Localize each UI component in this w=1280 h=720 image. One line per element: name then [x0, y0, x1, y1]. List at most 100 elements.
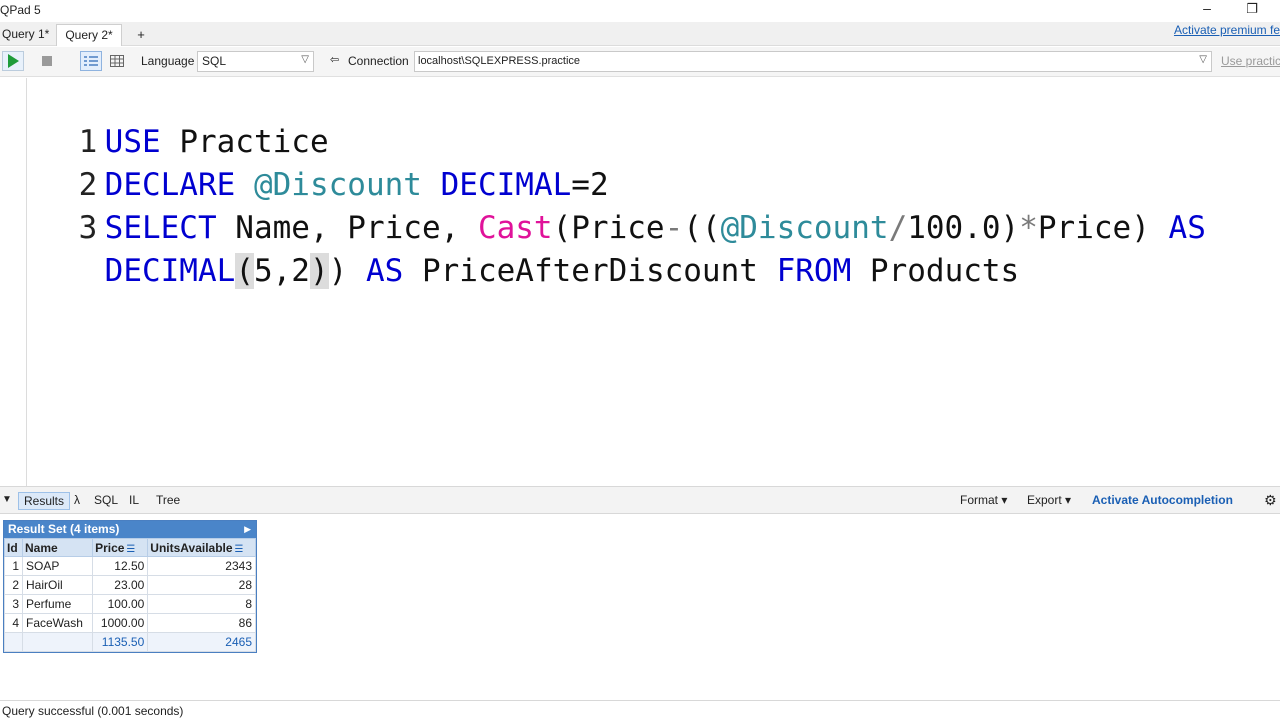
caret-down-icon: ▾: [1065, 493, 1072, 507]
column-menu-icon[interactable]: ☰: [126, 544, 135, 555]
sql-keyword: AS: [1168, 210, 1206, 246]
title-bar: QPad 5 – ❐: [0, 0, 1280, 22]
language-select[interactable]: SQL ▽: [197, 51, 314, 72]
cell-units: 2343: [147, 556, 256, 576]
cell-id: 1: [4, 556, 23, 576]
cell-id: 4: [4, 613, 23, 633]
column-header-price[interactable]: Price ☰: [92, 538, 149, 557]
cell-id: 3: [4, 594, 23, 614]
code-line-3-wrap: DECIMAL(5,2)) AS PriceAfterDiscount FROM…: [30, 207, 1019, 289]
code-line-1: 1 USE Practice: [0, 78, 329, 160]
query-editor[interactable]: 1 USE Practice 2 DECLARE @Discount DECIMAL…: [0, 78, 1280, 486]
sql-keyword: DECIMAL: [104, 253, 236, 289]
tab-lambda[interactable]: λ: [74, 492, 80, 510]
collapse-results-icon[interactable]: ▼: [2, 492, 12, 510]
sql-paren-highlight: ): [309, 253, 329, 289]
cell-name: HairOil: [21, 575, 94, 595]
column-header-units[interactable]: UnitsAvailable ☰: [147, 538, 256, 557]
toolbar: Language SQL ▽ ⇦ Connection localhost\SQ…: [0, 47, 1280, 77]
cell-units: 28: [147, 575, 256, 595]
result-set-header[interactable]: Result Set (4 items) ▶: [4, 521, 256, 538]
result-table: Id Name Price ☰ UnitsAvailable ☰ 1 SOAP 12…: [4, 538, 256, 652]
connection-label: Connection: [348, 54, 409, 68]
sql-operator: *: [1019, 210, 1038, 246]
activate-premium-link[interactable]: Activate premium fe: [1174, 23, 1280, 37]
app-title: QPad 5: [0, 3, 41, 17]
data-grid-results-button[interactable]: [106, 51, 128, 71]
total-price: 1135.50: [92, 632, 149, 652]
sql-identifier: Products: [851, 253, 1020, 289]
code-line-3: 3 SELECT Name, Price, Cast(Price-((@Disco…: [0, 164, 1206, 246]
table-row: 3 Perfume 100.00 8: [4, 594, 256, 614]
column-header-price-label: Price: [95, 540, 125, 555]
results-tab-bar: ▼ Results λ SQL IL Tree Format ▾ Export …: [0, 486, 1280, 514]
query-tab-bar: Query 1* Query 2* + Activate premium fe: [0, 22, 1280, 46]
chevron-down-icon: ▽: [301, 54, 309, 65]
sql-identifier: Price): [1037, 210, 1169, 246]
cell-price: 23.00: [92, 575, 149, 595]
total-units: 2465: [147, 632, 256, 652]
cell-name: SOAP: [21, 556, 94, 576]
result-set-title: Result Set (4 items): [8, 522, 120, 536]
new-tab-button[interactable]: +: [132, 24, 150, 46]
result-set-grid: Result Set (4 items) ▶ Id Name Price ☰ Un…: [3, 520, 257, 653]
code-line-2: 2 DECLARE @Discount DECIMAL=2: [0, 121, 609, 203]
play-icon: [8, 54, 19, 68]
tab-results[interactable]: Results: [18, 492, 71, 510]
cell-price: 1000.00: [92, 613, 149, 633]
cell-id: 2: [4, 575, 23, 595]
cell-units: 8: [147, 594, 256, 614]
column-menu-icon[interactable]: ☰: [235, 544, 244, 555]
sql-keyword: FROM: [776, 253, 852, 289]
cell-name: Perfume: [21, 594, 94, 614]
connection-icon: ⇦: [330, 54, 340, 66]
column-header-id: Id: [4, 538, 23, 557]
export-label: Export: [1027, 493, 1062, 507]
table-row: 1 SOAP 12.50 2343: [4, 556, 256, 576]
rich-text-results-button[interactable]: [80, 51, 102, 71]
caret-down-icon: ▾: [1001, 493, 1008, 507]
chevron-down-icon: ▽: [1199, 54, 1207, 65]
language-label: Language: [141, 54, 195, 68]
connection-select[interactable]: localhost\SQLEXPRESS.practice ▽: [414, 51, 1212, 72]
cell-units: 86: [147, 613, 256, 633]
table-row: 2 HairOil 23.00 28: [4, 575, 256, 595]
tab-sql[interactable]: SQL: [94, 492, 118, 510]
sql-keyword: AS: [365, 253, 404, 289]
status-text: Query successful (0.001 seconds): [2, 704, 184, 718]
list-view-icon: [84, 56, 98, 66]
cell-empty: [4, 632, 23, 652]
grid-view-icon: [110, 55, 124, 67]
activate-autocompletion-link[interactable]: Activate Autocompletion: [1092, 492, 1233, 510]
format-label: Format: [960, 493, 999, 507]
status-bar: Query successful (0.001 seconds): [0, 700, 1280, 720]
cell-empty: [21, 632, 94, 652]
column-header-units-label: UnitsAvailable: [150, 540, 233, 555]
cell-price: 12.50: [92, 556, 149, 576]
settings-icon[interactable]: ⚙: [1264, 492, 1277, 510]
cell-price: 100.00: [92, 594, 149, 614]
stop-icon: [42, 56, 52, 66]
tab-query-2[interactable]: Query 2*: [56, 24, 122, 46]
tab-query-1[interactable]: Query 1*: [0, 24, 56, 46]
language-value: SQL: [202, 54, 227, 68]
stop-button[interactable]: [36, 51, 58, 71]
column-header-name: Name: [21, 538, 94, 557]
run-button[interactable]: [2, 51, 24, 71]
sql-paren-highlight: (: [235, 253, 254, 289]
expand-right-icon[interactable]: ▶: [244, 521, 251, 537]
connection-value: localhost\SQLEXPRESS.practice: [418, 55, 581, 67]
totals-row: 1135.50 2465: [4, 632, 256, 652]
sql-literal: 5,2: [253, 253, 310, 289]
format-menu-button[interactable]: Format ▾: [960, 492, 1007, 510]
use-database-link[interactable]: Use practic: [1221, 54, 1280, 68]
tab-tree[interactable]: Tree: [156, 492, 180, 510]
table-row: 4 FaceWash 1000.00 86: [4, 613, 256, 633]
sql-paren: ): [328, 253, 366, 289]
export-menu-button[interactable]: Export ▾: [1027, 492, 1071, 510]
restore-icon[interactable]: ❐: [1244, 0, 1260, 18]
cell-name: FaceWash: [21, 613, 94, 633]
tab-il[interactable]: IL: [129, 492, 139, 510]
table-header-row: Id Name Price ☰ UnitsAvailable ☰: [4, 538, 256, 557]
minimize-icon[interactable]: –: [1199, 0, 1215, 18]
